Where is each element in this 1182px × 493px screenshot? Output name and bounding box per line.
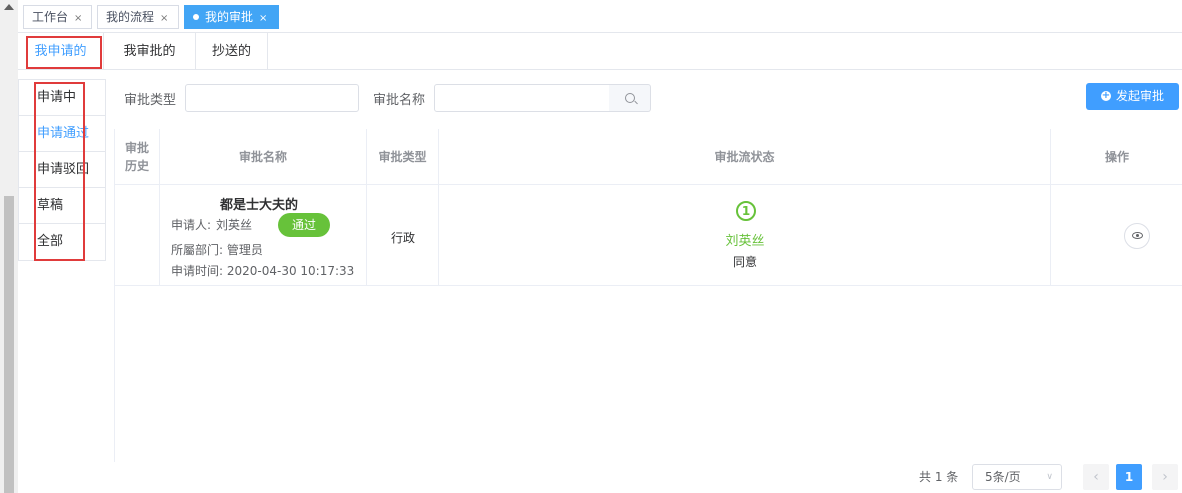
approval-sub-tabs: 我申请的 我审批的 抄送的 [18, 33, 1182, 70]
create-approval-label: 发起审批 [1115, 89, 1164, 103]
window-tab-bar: 工作台 × 我的流程 × 我的审批 × [18, 0, 1182, 33]
close-icon[interactable]: × [74, 13, 82, 24]
apply-time: 申请时间: 2020-04-30 10:17:33 [171, 264, 355, 278]
applicant-label: 申请人: [171, 218, 212, 232]
tab-my-approvals[interactable]: 我审批的 [104, 33, 196, 70]
chevron-down-icon: ∨ [1046, 472, 1053, 482]
type-filter-label: 审批类型 [124, 93, 177, 108]
row-actions-cell [1051, 185, 1182, 286]
tab-label: 我审批的 [123, 44, 176, 59]
view-button[interactable] [1124, 223, 1150, 249]
header-type: 审批类型 [367, 129, 439, 185]
close-icon[interactable]: × [259, 13, 267, 24]
search-button[interactable] [609, 84, 651, 112]
highlight-box-subtab [26, 36, 102, 69]
name-filter-label: 审批名称 [373, 93, 426, 108]
name-filter-input[interactable] [434, 84, 610, 112]
active-dot-icon [193, 13, 199, 20]
tab-label: 工作台 [32, 10, 69, 24]
flow-step-icon: 1 [736, 201, 756, 221]
header-label: 审批历史 [125, 140, 150, 173]
scrollbar-thumb[interactable] [4, 196, 14, 493]
tab-my-approval[interactable]: 我的审批 × [184, 5, 279, 29]
header-label: 审批流状态 [714, 149, 775, 164]
close-icon[interactable]: × [160, 13, 168, 24]
total-count: 共 1 条 [919, 470, 959, 484]
applicant-name: 刘英丝 [216, 218, 253, 232]
search-icon [625, 93, 635, 103]
approval-table: 审批历史 审批名称 审批类型 审批流状态 操作 都是士大夫的 申请人: 刘英丝 … [114, 129, 1182, 462]
header-flow-status: 审批流状态 [439, 129, 1051, 185]
tab-workbench[interactable]: 工作台 × [23, 5, 92, 29]
create-approval-button[interactable]: + 发起审批 [1086, 83, 1179, 110]
page-1-button[interactable]: 1 [1116, 464, 1142, 490]
header-label: 审批类型 [378, 149, 427, 164]
tab-label: 我的流程 [106, 10, 155, 24]
prev-page-button[interactable]: ‹ [1083, 464, 1109, 490]
row-name-cell: 都是士大夫的 申请人: 刘英丝 通过 所屬部门: 管理员 申请时间: 2020-… [160, 185, 367, 286]
page-size-select[interactable]: 5条/页 ∨ [972, 464, 1062, 490]
approval-type: 行政 [390, 231, 415, 245]
header-name: 审批名称 [160, 129, 367, 185]
add-circle-icon: + [1100, 89, 1111, 101]
page-size-value: 5条/页 [985, 470, 1021, 484]
header-actions: 操作 [1051, 129, 1182, 185]
row-flow-cell: 1 刘英丝 同意 [439, 185, 1051, 286]
header-label: 审批名称 [238, 149, 287, 164]
row-type-cell: 行政 [367, 185, 439, 286]
eye-icon [1132, 232, 1143, 239]
header-label: 操作 [1104, 149, 1129, 164]
department: 所屬部门: 管理员 [171, 243, 263, 257]
tab-cc[interactable]: 抄送的 [196, 33, 268, 70]
tab-my-process[interactable]: 我的流程 × [97, 5, 179, 29]
scroll-up-arrow-icon[interactable] [4, 4, 14, 10]
type-filter-input[interactable] [185, 84, 359, 112]
row-history-cell [115, 185, 160, 286]
tab-label: 抄送的 [211, 44, 251, 59]
tab-label: 我的审批 [205, 10, 254, 24]
header-history: 审批历史 [115, 129, 160, 185]
flow-result: 同意 [732, 255, 757, 269]
next-page-button[interactable]: › [1152, 464, 1178, 490]
highlight-box-menu [34, 82, 85, 261]
approval-title: 都是士大夫的 [220, 198, 299, 213]
vertical-scrollbar[interactable] [0, 0, 18, 493]
flow-user: 刘英丝 [725, 234, 765, 249]
status-badge: 通过 [278, 213, 330, 237]
